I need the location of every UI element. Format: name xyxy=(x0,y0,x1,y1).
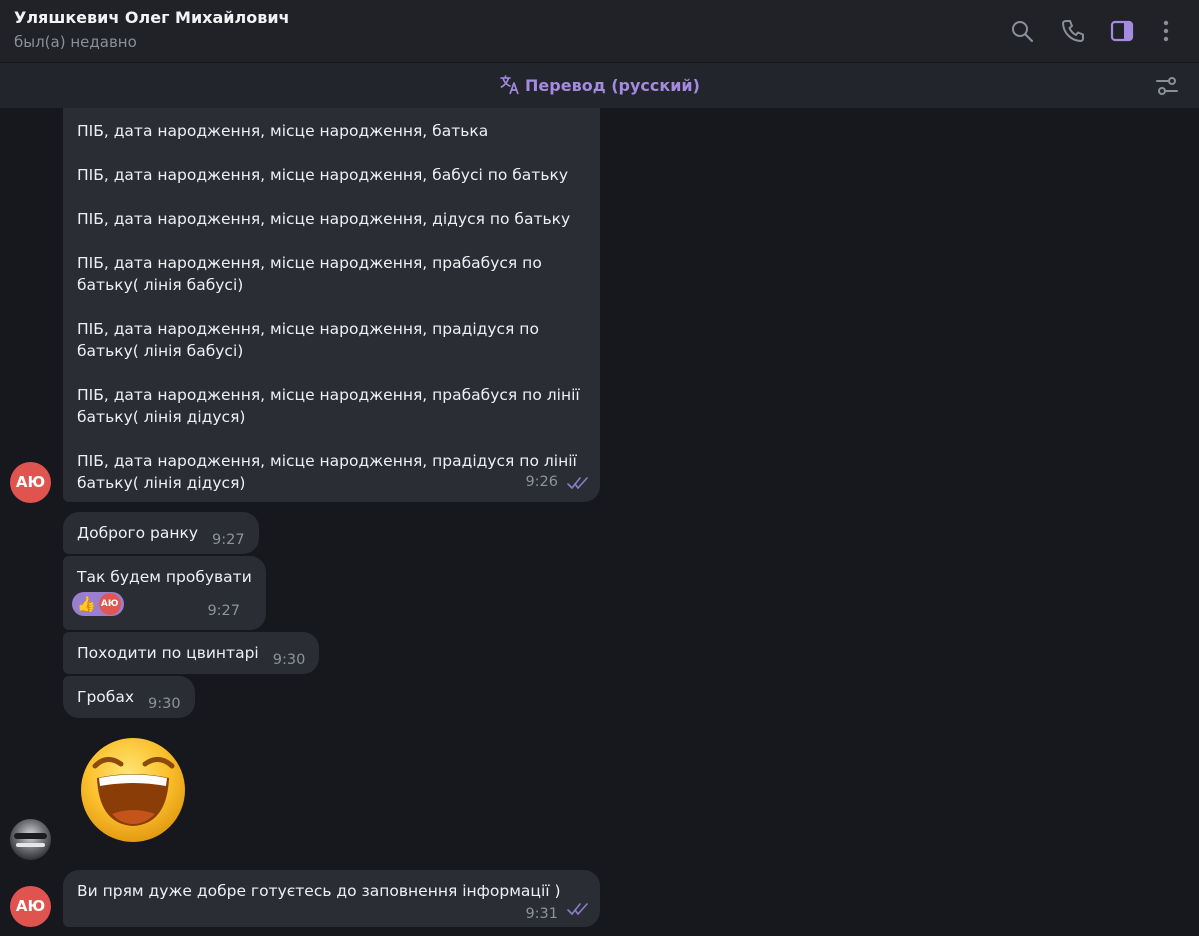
double-check-icon xyxy=(566,900,590,922)
avatar[interactable]: АЮ xyxy=(10,886,51,927)
contact-status: был(а) недавно xyxy=(14,33,137,51)
chat-header: Уляшкевич Олег Михайлович был(а) недавно xyxy=(0,0,1199,62)
message-line: ПІБ, дата народження, місце народження, … xyxy=(77,254,542,294)
sidebar-toggle-icon[interactable] xyxy=(1109,18,1135,44)
message-time: 9:31 xyxy=(525,906,558,922)
contact-name[interactable]: Уляшкевич Олег Михайлович xyxy=(14,8,290,27)
translate-icon xyxy=(500,75,519,95)
message-meta: 9:26 xyxy=(525,470,590,496)
translation-bar: Перевод (русский) xyxy=(0,62,1199,108)
message-line: ПІБ, дата народження, місце народження, … xyxy=(77,210,571,228)
reaction-avatar: АЮ xyxy=(98,593,121,615)
avatar[interactable]: АЮ xyxy=(10,462,51,503)
message-time: 9:26 xyxy=(525,474,558,490)
message-text: Походити по цвинтарі xyxy=(77,644,259,662)
message-bubble[interactable]: Походити по цвинтарі 9:30 xyxy=(63,632,320,674)
message-line: ПІБ, дата народження, місце народження, … xyxy=(77,320,539,360)
laughing-emoji-sticker[interactable] xyxy=(77,736,190,844)
message-time: 9:30 xyxy=(272,652,306,668)
translation-label: Перевод (русский) xyxy=(525,76,700,95)
message-bubble[interactable]: Гробах 9:30 xyxy=(63,676,195,718)
message-time: 9:27 xyxy=(207,603,240,619)
message-bubble[interactable]: Доброго ранку 9:27 xyxy=(63,512,259,554)
settings-sliders-icon[interactable] xyxy=(1155,74,1179,98)
translate-button[interactable]: Перевод (русский) xyxy=(0,74,1199,96)
message-text: Ви прям дуже добре готуєтесь до заповнен… xyxy=(77,882,561,900)
message-bubble[interactable]: Так будем пробувати 👍 АЮ 9:27 xyxy=(63,556,266,630)
phone-icon[interactable] xyxy=(1060,18,1086,44)
message-line: ПІБ, дата народження, місце народження, … xyxy=(77,386,580,426)
message-time: 9:30 xyxy=(148,696,181,712)
message-bubble[interactable]: Ви прям дуже добре готуєтесь до заповнен… xyxy=(63,870,600,927)
reaction-emoji: 👍 xyxy=(77,595,96,613)
message-text: Так будем пробувати xyxy=(77,568,252,586)
message-list[interactable]: ПІБ, дата народження, місце народження, … xyxy=(0,108,1199,936)
message-time: 9:27 xyxy=(212,532,245,548)
avatar-photo[interactable] xyxy=(10,819,51,860)
search-icon[interactable] xyxy=(1009,18,1035,44)
message-line: ПІБ, дата народження, місце народження, … xyxy=(77,166,568,184)
double-check-icon xyxy=(566,474,590,496)
message-text: Доброго ранку xyxy=(77,524,199,542)
message-line: ПІБ, дата народження, місце народження, … xyxy=(77,452,577,492)
message-text: Гробах xyxy=(77,688,135,706)
message-line: ПІБ, дата народження, місце народження, … xyxy=(77,122,489,140)
more-vertical-icon[interactable] xyxy=(1153,18,1179,44)
message-meta: 9:31 xyxy=(511,896,590,922)
reaction-chip[interactable]: 👍 АЮ xyxy=(72,592,124,616)
message-bubble-long[interactable]: ПІБ, дата народження, місце народження, … xyxy=(63,108,600,502)
